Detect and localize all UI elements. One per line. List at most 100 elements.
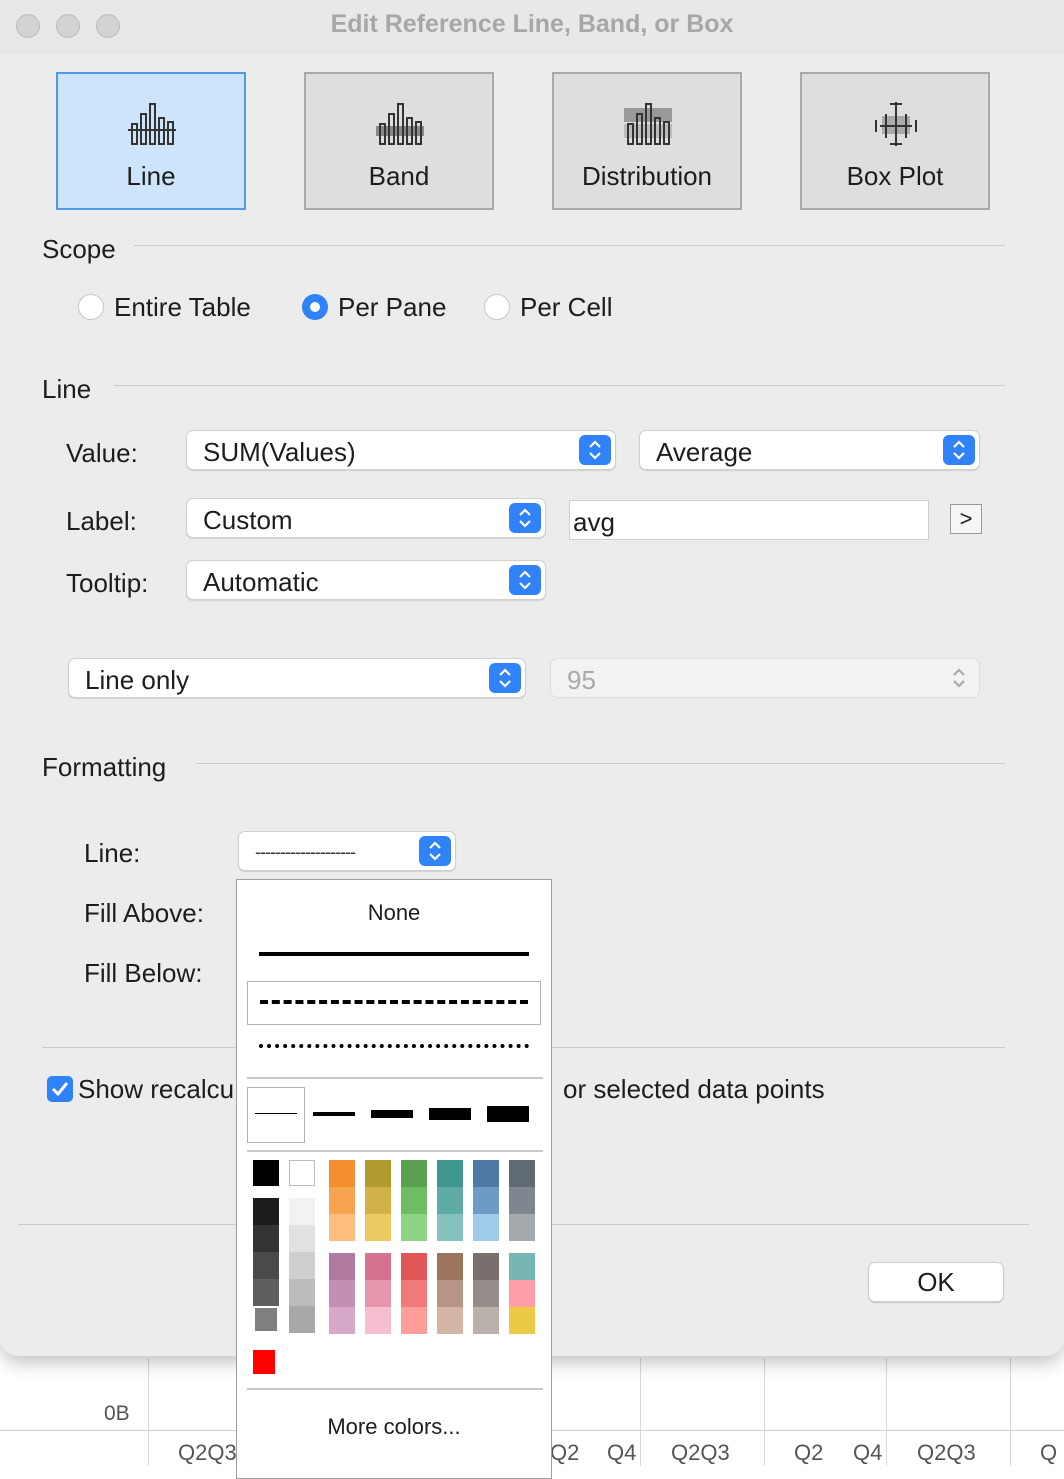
- color-swatch[interactable]: [437, 1253, 463, 1280]
- color-swatch[interactable]: [253, 1225, 279, 1252]
- weight-1-option[interactable]: [255, 1113, 297, 1114]
- weight-option-selected[interactable]: [247, 1087, 305, 1143]
- checkmark-icon: [51, 1082, 69, 1097]
- color-swatch[interactable]: [509, 1280, 535, 1307]
- show-recalculated-checkbox[interactable]: [47, 1076, 73, 1102]
- color-swatch[interactable]: [401, 1160, 427, 1187]
- line-style-popup: None More colors...: [236, 879, 552, 1479]
- color-swatch[interactable]: [473, 1214, 499, 1241]
- formatting-section-title: Formatting: [42, 752, 167, 782]
- color-swatch[interactable]: [289, 1198, 315, 1225]
- grid-line: [886, 1358, 887, 1466]
- grid-line: [148, 1358, 149, 1466]
- value-field-select[interactable]: SUM(Values): [186, 430, 616, 470]
- color-swatch[interactable]: [509, 1307, 535, 1334]
- color-swatch[interactable]: [365, 1160, 391, 1187]
- color-swatch[interactable]: [329, 1280, 355, 1307]
- color-swatch[interactable]: [401, 1214, 427, 1241]
- color-swatch[interactable]: [365, 1214, 391, 1241]
- color-swatch[interactable]: [509, 1187, 535, 1214]
- pattern-none-option[interactable]: None: [237, 900, 551, 926]
- color-swatch[interactable]: [437, 1160, 463, 1187]
- color-swatch[interactable]: [253, 1279, 279, 1306]
- color-swatch[interactable]: [473, 1253, 499, 1280]
- pattern-solid-option[interactable]: [247, 934, 541, 978]
- color-swatch[interactable]: [401, 1280, 427, 1307]
- label-mode-select[interactable]: Custom: [186, 498, 546, 538]
- color-swatch[interactable]: [329, 1214, 355, 1241]
- color-swatch[interactable]: [437, 1307, 463, 1334]
- x-tick-label: Q4: [853, 1440, 883, 1465]
- color-swatch[interactable]: [401, 1253, 427, 1280]
- color-swatch[interactable]: [365, 1187, 391, 1214]
- weight-2-option[interactable]: [313, 1112, 355, 1116]
- color-swatch[interactable]: [289, 1225, 315, 1252]
- radio-entire-table[interactable]: [78, 294, 104, 320]
- color-swatch[interactable]: [365, 1307, 391, 1334]
- more-colors-link[interactable]: More colors...: [237, 1414, 551, 1440]
- custom-label-input[interactable]: avg: [569, 500, 929, 540]
- color-swatch[interactable]: [329, 1307, 355, 1334]
- reference-band-icon: [376, 103, 424, 145]
- color-swatch[interactable]: [253, 1306, 279, 1333]
- color-swatch[interactable]: [289, 1279, 315, 1306]
- color-swatch[interactable]: [473, 1187, 499, 1214]
- radio-label: Entire Table: [114, 292, 251, 322]
- fill-below-label: Fill Below:: [84, 958, 203, 988]
- color-swatch[interactable]: [401, 1307, 427, 1334]
- color-swatch[interactable]: [509, 1214, 535, 1241]
- color-swatch[interactable]: [473, 1280, 499, 1307]
- color-swatch[interactable]: [253, 1160, 279, 1186]
- reference-line-icon: [128, 103, 176, 145]
- type-tile-box-plot[interactable]: Box Plot: [800, 72, 990, 210]
- tooltip-label: Tooltip:: [66, 568, 149, 598]
- color-swatch[interactable]: [253, 1350, 275, 1374]
- color-swatch[interactable]: [365, 1280, 391, 1307]
- color-swatch[interactable]: [289, 1306, 315, 1333]
- y-axis-label: 0B: [104, 1402, 130, 1425]
- color-swatch[interactable]: [365, 1253, 391, 1280]
- section-divider: [114, 385, 1005, 386]
- display-mode-select[interactable]: Line only: [68, 658, 526, 698]
- line-style-select[interactable]: --------------------: [238, 831, 456, 871]
- tooltip-select[interactable]: Automatic: [186, 560, 546, 600]
- pattern-dotted-option[interactable]: [247, 1026, 541, 1070]
- weight-3-option[interactable]: [371, 1110, 413, 1118]
- type-tile-line[interactable]: Line: [56, 72, 246, 210]
- fill-above-label: Fill Above:: [84, 898, 204, 928]
- scope-section-title: Scope: [42, 234, 116, 264]
- color-swatch[interactable]: [473, 1160, 499, 1187]
- type-label: Line: [126, 161, 176, 191]
- color-swatch[interactable]: [437, 1187, 463, 1214]
- type-tile-distribution[interactable]: Distribution: [552, 72, 742, 210]
- pattern-dashed-option[interactable]: [247, 981, 541, 1025]
- color-swatch[interactable]: [253, 1198, 279, 1225]
- chevron-updown-icon: [943, 435, 975, 465]
- distribution-icon: [624, 103, 672, 145]
- radio-label: Per Cell: [520, 292, 613, 322]
- color-swatch[interactable]: [253, 1252, 279, 1279]
- weight-4-option[interactable]: [429, 1108, 471, 1120]
- radio-per-pane[interactable]: [302, 294, 328, 320]
- color-swatch[interactable]: [509, 1160, 535, 1187]
- line-style-preview: --------------------: [255, 842, 356, 862]
- color-swatch[interactable]: [289, 1252, 315, 1279]
- chevron-updown-icon: [509, 565, 541, 595]
- color-swatch[interactable]: [509, 1253, 535, 1280]
- color-swatch[interactable]: [329, 1187, 355, 1214]
- select-value: SUM(Values): [203, 437, 356, 467]
- radio-per-cell[interactable]: [484, 294, 510, 320]
- type-label: Box Plot: [846, 161, 944, 191]
- color-swatch[interactable]: [437, 1214, 463, 1241]
- color-swatch[interactable]: [329, 1253, 355, 1280]
- color-swatch[interactable]: [473, 1307, 499, 1334]
- ok-button[interactable]: OK: [868, 1262, 1004, 1302]
- weight-5-option[interactable]: [487, 1106, 529, 1122]
- insert-field-button[interactable]: >: [950, 504, 982, 534]
- color-swatch[interactable]: [437, 1280, 463, 1307]
- type-tile-band[interactable]: Band: [304, 72, 494, 210]
- color-swatch[interactable]: [401, 1187, 427, 1214]
- color-swatch[interactable]: [289, 1160, 315, 1186]
- aggregation-select[interactable]: Average: [639, 430, 980, 470]
- color-swatch[interactable]: [329, 1160, 355, 1187]
